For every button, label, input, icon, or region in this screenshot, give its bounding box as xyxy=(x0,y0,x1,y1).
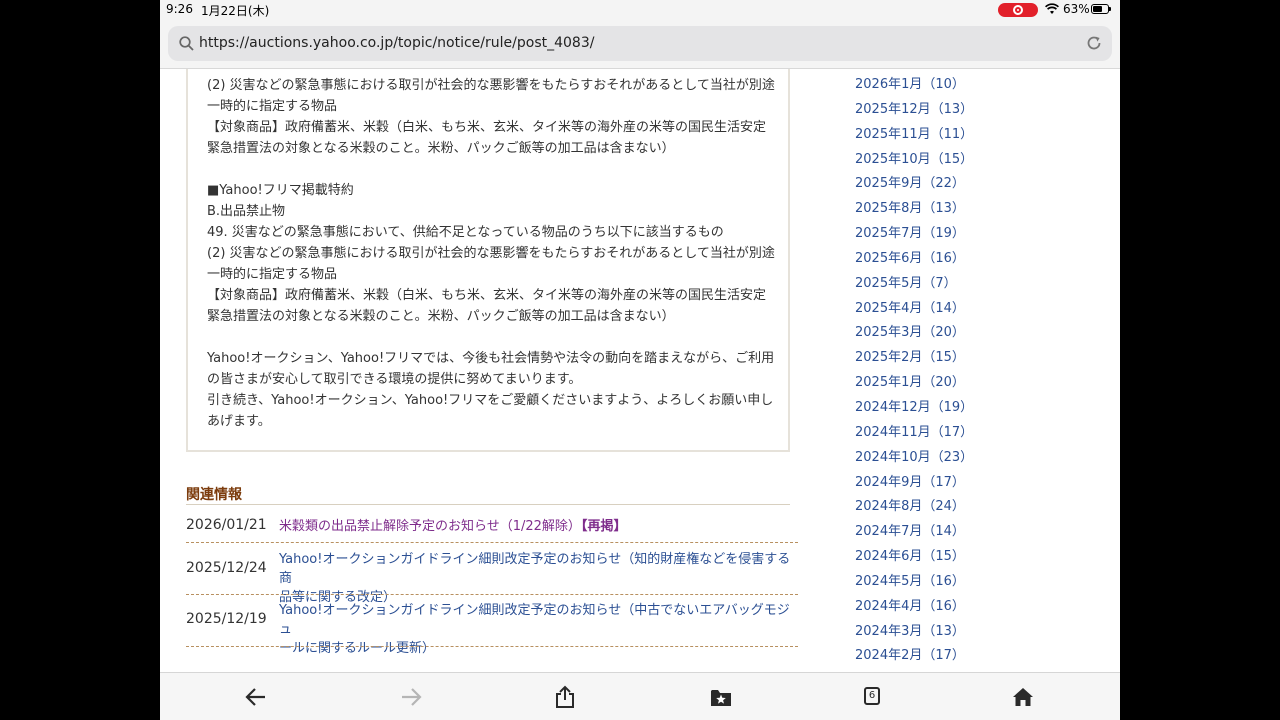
archive-month-link[interactable]: 2024年2月（17） xyxy=(855,646,973,671)
article-line: Yahoo!オークション、Yahoo!フリマでは、今後も社会情勢や法令の動向を踏… xyxy=(207,351,775,366)
reload-icon[interactable] xyxy=(1086,35,1102,55)
related-item-date: 2025/12/24 xyxy=(186,560,267,576)
related-item-title[interactable]: 米穀類の出品禁止解除予定のお知らせ（1/22解除） xyxy=(279,519,581,534)
wifi-icon xyxy=(1045,3,1059,18)
article-line xyxy=(207,159,777,180)
article-line: 【対象商品】政府備蓄米、米穀（白米、もち米、玄米、タイ米等の海外産の米等の国民生… xyxy=(207,120,767,135)
archive-month-link[interactable]: 2025年8月（13） xyxy=(855,199,973,224)
archive-month-link[interactable]: 2025年2月（15） xyxy=(855,348,973,373)
related-item-date: 2026/01/21 xyxy=(186,517,267,533)
related-item-title-line2[interactable]: ールに関するルール更新） xyxy=(279,641,435,656)
article-line: 緊急措置法の対象となる米穀のこと。米粉、パックご飯等の加工品は含まない） xyxy=(207,141,675,156)
archive-month-link[interactable]: 2024年4月（16） xyxy=(855,597,973,622)
status-date: 1月22日(木) xyxy=(201,4,270,18)
battery-icon xyxy=(1091,4,1111,14)
article-line: 一時的に指定する物品 xyxy=(207,99,338,114)
browser-toolbar: https://auctions.yahoo.co.jp/topic/notic… xyxy=(160,20,1120,69)
archive-month-link[interactable]: 2024年9月（17） xyxy=(855,473,973,498)
divider xyxy=(186,504,790,505)
forward-arrow-icon[interactable] xyxy=(399,685,423,709)
repost-tag[interactable]: 【再掲】 xyxy=(581,519,627,534)
archive-month-link[interactable]: 2025年6月（16） xyxy=(855,249,973,274)
archive-month-link[interactable]: 2025年9月（22） xyxy=(855,174,973,199)
tabs-icon[interactable]: 6 xyxy=(864,687,880,705)
home-icon[interactable] xyxy=(1011,685,1035,709)
notice-article-body: (2) 災害などの緊急事態における取引が社会的な悪影響をもたらすおそれがあるとし… xyxy=(207,75,777,432)
related-item-title-line1[interactable]: Yahoo!オークションガイドライン細則改定予定のお知らせ（知的財産権などを侵害… xyxy=(279,552,790,586)
article-line: ■Yahoo!フリマ掲載特約 xyxy=(207,183,354,198)
status-time: 9:26 xyxy=(166,2,193,16)
article-line: 一時的に指定する物品 xyxy=(207,267,338,282)
monthly-archive-list: 2026年1月（10） 2025年12月（13） 2025年11月（11） 2025年… xyxy=(855,75,973,671)
tablet-screen: 9:26 1月22日(木) 63% https://auctions.yahoo… xyxy=(160,0,1120,720)
related-item-date: 2025/12/19 xyxy=(186,611,267,627)
article-line: (2) 災害などの緊急事態における取引が社会的な悪影響をもたらすおそれがあるとし… xyxy=(207,78,775,93)
url-text[interactable]: https://auctions.yahoo.co.jp/topic/notic… xyxy=(199,35,594,51)
battery-percentage: 63% xyxy=(1063,2,1090,16)
related-item-title-line1[interactable]: Yahoo!オークションガイドライン細則改定予定のお知らせ（中古でないエアバッグ… xyxy=(279,603,790,637)
related-item-link[interactable]: Yahoo!オークションガイドライン細則改定予定のお知らせ（中古でないエアバッグ… xyxy=(279,601,799,658)
address-bar[interactable]: https://auctions.yahoo.co.jp/topic/notic… xyxy=(168,26,1112,61)
archive-month-link[interactable]: 2024年12月（19） xyxy=(855,398,973,423)
archive-month-link[interactable]: 2024年5月（16） xyxy=(855,572,973,597)
screen-recording-indicator[interactable] xyxy=(998,3,1038,17)
article-line: 引き続き、Yahoo!オークション、Yahoo!フリマをご愛顧くださいますよう、… xyxy=(207,393,774,408)
share-icon[interactable] xyxy=(553,685,577,709)
archive-month-link[interactable]: 2025年1月（20） xyxy=(855,373,973,398)
archive-month-link[interactable]: 2025年3月（20） xyxy=(855,323,973,348)
browser-bottom-toolbar: 6 xyxy=(160,672,1120,720)
article-line: 緊急措置法の対象となる米穀のこと。米粉、パックご飯等の加工品は含まない） xyxy=(207,309,675,324)
archive-month-link[interactable]: 2025年10月（15） xyxy=(855,150,973,175)
related-item-link[interactable]: 米穀類の出品禁止解除予定のお知らせ（1/22解除）【再掲】 xyxy=(279,517,799,536)
back-arrow-icon[interactable] xyxy=(244,685,268,709)
archive-month-link[interactable]: 2025年11月（11） xyxy=(855,125,973,150)
archive-month-link[interactable]: 2024年11月（17） xyxy=(855,423,973,448)
archive-month-link[interactable]: 2025年7月（19） xyxy=(855,224,973,249)
archive-month-link[interactable]: 2024年7月（14） xyxy=(855,522,973,547)
dashed-divider xyxy=(186,542,798,543)
search-icon xyxy=(179,36,194,55)
related-info-heading: 関連情報 xyxy=(186,487,242,503)
dashed-divider xyxy=(186,646,798,647)
archive-month-link[interactable]: 2024年8月（24） xyxy=(855,497,973,522)
article-line: 49. 災害などの緊急事態において、供給不足となっている物品のうち以下に該当する… xyxy=(207,225,724,240)
archive-month-link[interactable]: 2025年5月（7） xyxy=(855,274,973,299)
archive-month-link[interactable]: 2024年10月（23） xyxy=(855,448,973,473)
related-item-link[interactable]: Yahoo!オークションガイドライン細則改定予定のお知らせ（知的財産権などを侵害… xyxy=(279,550,799,607)
dashed-divider xyxy=(186,594,798,595)
article-line xyxy=(207,327,777,348)
archive-month-link[interactable]: 2025年4月（14） xyxy=(855,299,973,324)
article-line: の皆さまが安心して取引できる環境の提供に努めてまいります。 xyxy=(207,372,582,387)
article-line: あげます。 xyxy=(207,414,271,429)
battery-level xyxy=(1093,6,1102,12)
bookmarks-icon[interactable] xyxy=(709,685,733,709)
article-line: 【対象商品】政府備蓄米、米穀（白米、もち米、玄米、タイ米等の海外産の米等の国民生… xyxy=(207,288,767,303)
archive-month-link[interactable]: 2024年3月（13） xyxy=(855,622,973,647)
article-line: B.出品禁止物 xyxy=(207,204,286,219)
archive-month-link[interactable]: 2026年1月（10） xyxy=(855,75,973,100)
record-icon xyxy=(1013,5,1023,15)
archive-month-link[interactable]: 2024年6月（15） xyxy=(855,547,973,572)
archive-month-link[interactable]: 2025年12月（13） xyxy=(855,100,973,125)
page-content: (2) 災害などの緊急事態における取引が社会的な悪影響をもたらすおそれがあるとし… xyxy=(160,69,1120,672)
status-bar: 9:26 1月22日(木) 63% xyxy=(160,0,1120,20)
article-line: (2) 災害などの緊急事態における取引が社会的な悪影響をもたらすおそれがあるとし… xyxy=(207,246,775,261)
